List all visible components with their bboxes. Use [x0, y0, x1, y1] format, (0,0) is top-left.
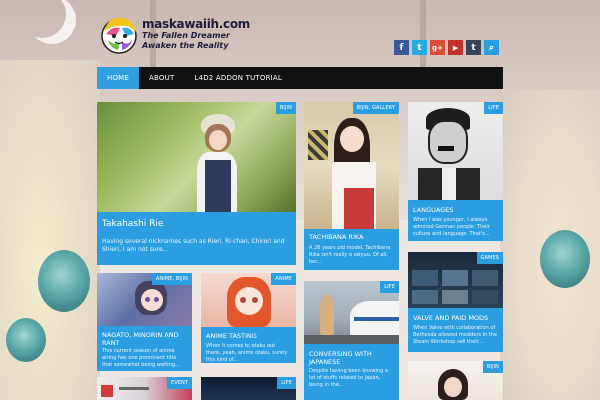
post-card-anime-tasting[interactable]: ANIME ANIME TASTING When it comes to ota…	[201, 273, 296, 363]
youtube-icon[interactable]: ▶	[448, 40, 463, 55]
post-title[interactable]: NAGATO, MINORIN AND RANT	[102, 331, 187, 347]
logo-mascot-icon	[101, 17, 137, 54]
post-category-tag[interactable]: LIFE	[277, 377, 296, 389]
anime-eye-decoration	[6, 318, 46, 362]
post-category-tag[interactable]: LIFE	[380, 281, 399, 293]
post-title[interactable]: ANIME TASTING	[206, 332, 291, 341]
google-plus-icon[interactable]: g+	[430, 40, 445, 55]
post-category-tag[interactable]: BIJIN, GALLERY	[352, 102, 399, 114]
facebook-icon[interactable]: f	[394, 40, 409, 55]
post-card-valve[interactable]: GAMES VALVE AND PAID MODS When Valve wit…	[408, 252, 503, 352]
post-title[interactable]: VALVE AND PAID MODS	[413, 314, 498, 323]
post-card-nagato[interactable]: ANIME, BIJIN NAGATO, MINORIN AND RANT Th…	[97, 273, 192, 371]
anime-eye-decoration	[38, 250, 90, 312]
post-excerpt: This current season of anime airing has …	[102, 348, 180, 368]
post-category-tag[interactable]: GAMES	[476, 252, 503, 264]
main-navigation: HOME ABOUT L4D2 ADDON TUTORIAL	[97, 67, 503, 89]
post-card-languages[interactable]: LIFE LANGUAGES When I was younger, I alw…	[408, 102, 503, 241]
post-card-bijin-bottom[interactable]: BIJIN	[408, 361, 503, 400]
social-links: f t g+ ▶ t ⌕	[394, 40, 499, 55]
site-tagline-1: The Fallen Dreamer	[142, 31, 230, 40]
post-category-tag[interactable]: EVENT	[166, 377, 192, 389]
search-icon[interactable]: ⌕	[484, 40, 499, 55]
post-title[interactable]: LANGUAGES	[413, 206, 498, 215]
post-category-tag[interactable]: ANIME	[271, 273, 296, 285]
post-thumbnail[interactable]	[304, 102, 399, 229]
site-tagline-2: Awaken the Reality	[142, 41, 229, 50]
post-excerpt: When it comes to otaku out there, yeah, …	[206, 343, 288, 363]
post-card-event[interactable]: EVENT	[97, 377, 192, 400]
post-excerpt: When Valve with collaboration of Bethesd…	[413, 325, 497, 345]
nav-item-home[interactable]: HOME	[97, 67, 140, 89]
post-title[interactable]: TACHIBANA RIKA	[309, 233, 394, 242]
post-excerpt: A 26 years old model, Tachibana Rika isn…	[309, 245, 391, 265]
tumblr-icon[interactable]: t	[466, 40, 481, 55]
site-logo[interactable]: maskawaiih.com The Fallen Dreamer Awaken…	[98, 12, 250, 56]
post-category-tag[interactable]: BIJIN	[482, 361, 503, 373]
anime-eye-decoration	[540, 230, 590, 288]
post-card-takahashi-rie[interactable]: BIJIN Takahashi Rie Having several nickn…	[97, 102, 296, 265]
post-excerpt: Despite having been knowing a lot of stu…	[309, 368, 388, 388]
post-thumbnail[interactable]	[408, 102, 503, 200]
post-excerpt: Having several nicknames such as Rieri, …	[102, 238, 285, 253]
twitter-icon[interactable]: t	[412, 40, 427, 55]
post-category-tag[interactable]: LIFE	[484, 102, 503, 114]
site-name: maskawaiih.com	[142, 17, 250, 31]
post-card-tachibana-rika[interactable]: BIJIN, GALLERY TACHIBANA RIKA A 26 years…	[304, 102, 399, 270]
nav-item-l4d2-tutorial[interactable]: L4D2 ADDON TUTORIAL	[184, 67, 292, 89]
post-title[interactable]: CONVERSING WITH JAPANESE	[309, 350, 394, 366]
post-title[interactable]: Takahashi Rie	[102, 220, 291, 229]
page-background	[0, 0, 600, 400]
post-excerpt: When I was younger, I always admired Ger…	[413, 217, 490, 237]
post-card-conversing[interactable]: LIFE CONVERSING WITH JAPANESE Despite ha…	[304, 281, 399, 400]
post-category-tag[interactable]: BIJIN	[275, 102, 296, 114]
nav-item-about[interactable]: ABOUT	[139, 67, 184, 89]
post-thumbnail[interactable]	[97, 102, 296, 212]
post-card-life-bottom[interactable]: LIFE	[201, 377, 296, 400]
post-category-tag[interactable]: ANIME, BIJIN	[151, 273, 192, 285]
